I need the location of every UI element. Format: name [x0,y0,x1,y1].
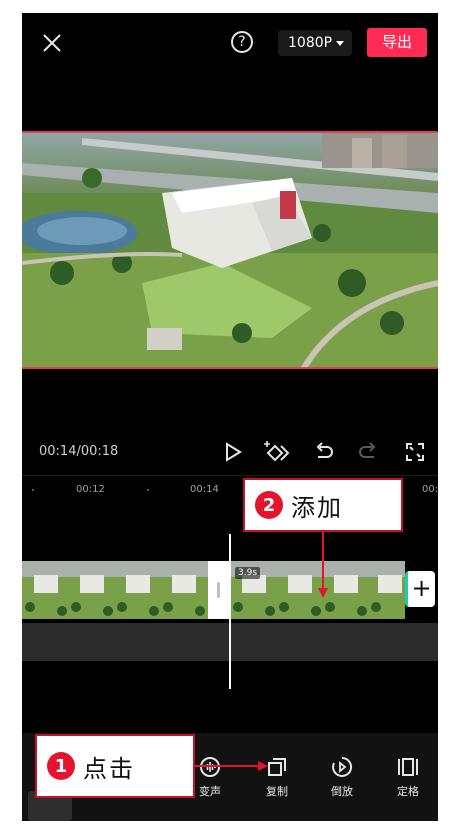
annotation-arrows [195,532,328,771]
step-number-badge: 1 [47,752,75,780]
step-text: 点击 [83,754,135,783]
step-2-callout: 2 添加 [243,478,403,532]
step-text: 添加 [291,493,343,522]
step-1-callout: 1 点击 [35,734,195,798]
step-number-badge: 2 [255,491,283,519]
